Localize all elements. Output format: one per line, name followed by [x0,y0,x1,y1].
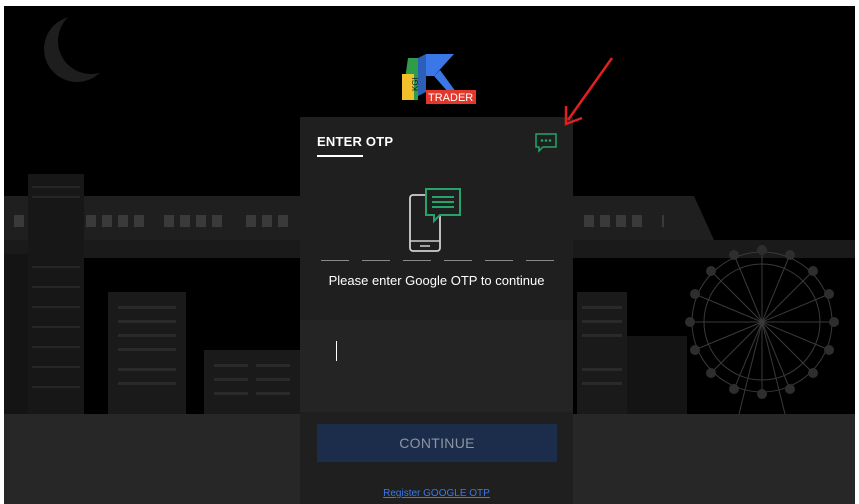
login-screen: KGI TRADER ENTER OTP Please enter Google… [0,0,859,504]
continue-button[interactable]: CONTINUE [317,424,557,462]
otp-input-area [300,320,573,412]
otp-digit-1[interactable] [321,224,349,261]
left-building-2 [108,292,186,414]
otp-digit-4[interactable] [444,224,472,261]
text-cursor [336,341,337,361]
left-building-3 [204,350,300,414]
otp-digit-6[interactable] [526,224,554,261]
logo-trader-text: TRADER [428,92,473,104]
logo-kgi-text: KGI [411,77,420,91]
otp-digit-5[interactable] [485,224,513,261]
card-title: ENTER OTP [317,134,394,149]
right-building-1 [577,292,627,414]
register-google-otp-link[interactable]: Register GOOGLE OTP [300,488,573,499]
otp-digit-2[interactable] [362,224,390,261]
kgi-trader-logo: KGI TRADER [402,54,476,104]
title-underline [317,155,363,157]
card-header: ENTER OTP [300,117,573,163]
left-tower [28,174,84,414]
screen-border-right [855,0,859,504]
red-arrow-annotation [564,57,614,126]
otp-instruction: Please enter Google OTP to continue [328,273,545,288]
chat-bubble-icon[interactable] [535,133,557,153]
otp-digit-3[interactable] [403,224,431,261]
